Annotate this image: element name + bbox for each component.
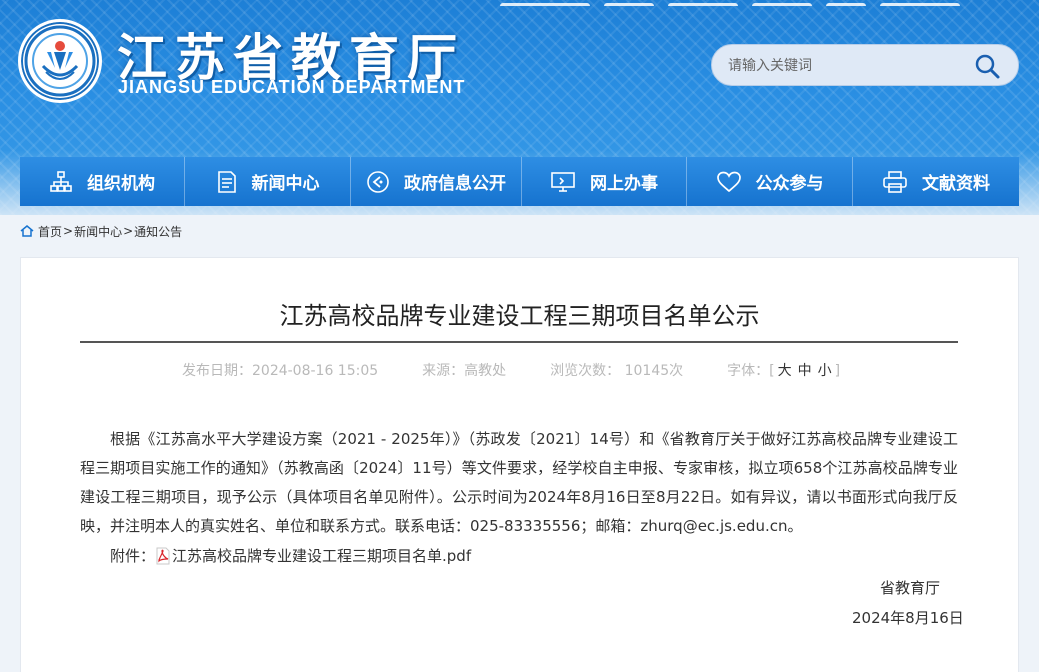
font-size-control: 字体：[大中小] — [727, 360, 840, 380]
pdf-file-icon — [156, 547, 170, 564]
nav-label: 新闻中心 — [251, 174, 320, 194]
font-large-button[interactable]: 大 — [778, 363, 792, 379]
document-icon — [217, 170, 236, 193]
nav-label: 网上办事 — [590, 174, 658, 194]
font-medium-button[interactable]: 中 — [798, 363, 812, 379]
article-title: 江苏高校品牌专业建设工程三期项目名单公示 — [279, 302, 760, 330]
nav-label: 公众参与 — [755, 174, 824, 194]
breadcrumb-current-link[interactable]: 通知公告 — [134, 223, 182, 240]
nav-item-public-participation[interactable]: 公众参与 — [687, 157, 853, 206]
search-box — [711, 44, 1019, 86]
publish-date: 发布日期：2024-08-16 15:05 — [182, 363, 379, 379]
department-logo[interactable] — [18, 19, 102, 103]
breadcrumb-separator: > — [63, 224, 74, 238]
main-nav: 组织机构 新闻中心 政府信息公开 网上办事 公众参与 文献资料 — [20, 157, 1019, 206]
attachment-link[interactable]: 江苏高校品牌专业建设工程三期项目名单.pdf — [155, 545, 471, 566]
signature-org: 省教育厅 — [880, 579, 941, 597]
breadcrumb-home-link[interactable]: 首页 — [38, 223, 62, 240]
site-title-chinese: 江苏省教育厅 — [117, 28, 465, 87]
search-icon — [975, 54, 1000, 79]
top-links-strip — [500, 0, 1020, 6]
search-input[interactable] — [728, 55, 968, 77]
signature-date: 2024年8月16日 — [852, 609, 964, 627]
nav-label: 文献资料 — [922, 174, 990, 194]
nav-item-online-services[interactable]: 网上办事 — [522, 157, 687, 206]
nav-item-organization[interactable]: 组织机构 — [20, 157, 185, 206]
search-button[interactable] — [972, 51, 1002, 81]
org-chart-icon — [50, 170, 72, 192]
printer-icon — [883, 170, 907, 193]
title-divider — [80, 341, 958, 343]
font-bracket-open: [ — [769, 363, 775, 379]
article-meta: 发布日期：2024-08-16 15:05 来源：高教处 浏览次数： 10145… — [182, 360, 840, 380]
font-size-label: 字体： — [727, 363, 770, 379]
nav-label: 组织机构 — [87, 174, 155, 194]
heart-icon — [716, 171, 741, 192]
nav-item-gov-info[interactable]: 政府信息公开 — [351, 157, 522, 206]
site-title-english: JIANGSU EDUCATION DEPARTMENT — [118, 77, 466, 97]
monitor-icon — [551, 171, 575, 192]
announce-icon — [367, 170, 389, 193]
breadcrumb-separator: > — [123, 224, 134, 238]
attachment-row: 附件： 江苏高校品牌专业建设工程三期项目名单.pdf — [110, 545, 471, 566]
nav-item-news[interactable]: 新闻中心 — [185, 157, 351, 206]
article-body: 根据《江苏高水平大学建设方案（2021 - 2025年）》（苏政发〔2021〕1… — [80, 430, 958, 535]
attachment-label: 附件： — [110, 547, 156, 565]
font-bracket-close: ] — [834, 363, 841, 379]
attachment-name: 江苏高校品牌专业建设工程三期项目名单.pdf — [172, 547, 472, 565]
article-source: 来源：高教处 — [422, 363, 507, 379]
nav-item-documents[interactable]: 文献资料 — [853, 157, 1019, 206]
home-icon — [20, 225, 34, 237]
logo-emblem-icon — [24, 25, 96, 97]
view-count: 浏览次数： 10145次 — [550, 363, 684, 379]
breadcrumb: 首页 > 新闻中心 > 通知公告 — [20, 222, 182, 240]
font-small-button[interactable]: 小 — [818, 363, 832, 379]
breadcrumb-news-link[interactable]: 新闻中心 — [74, 223, 122, 240]
nav-label: 政府信息公开 — [404, 174, 506, 194]
